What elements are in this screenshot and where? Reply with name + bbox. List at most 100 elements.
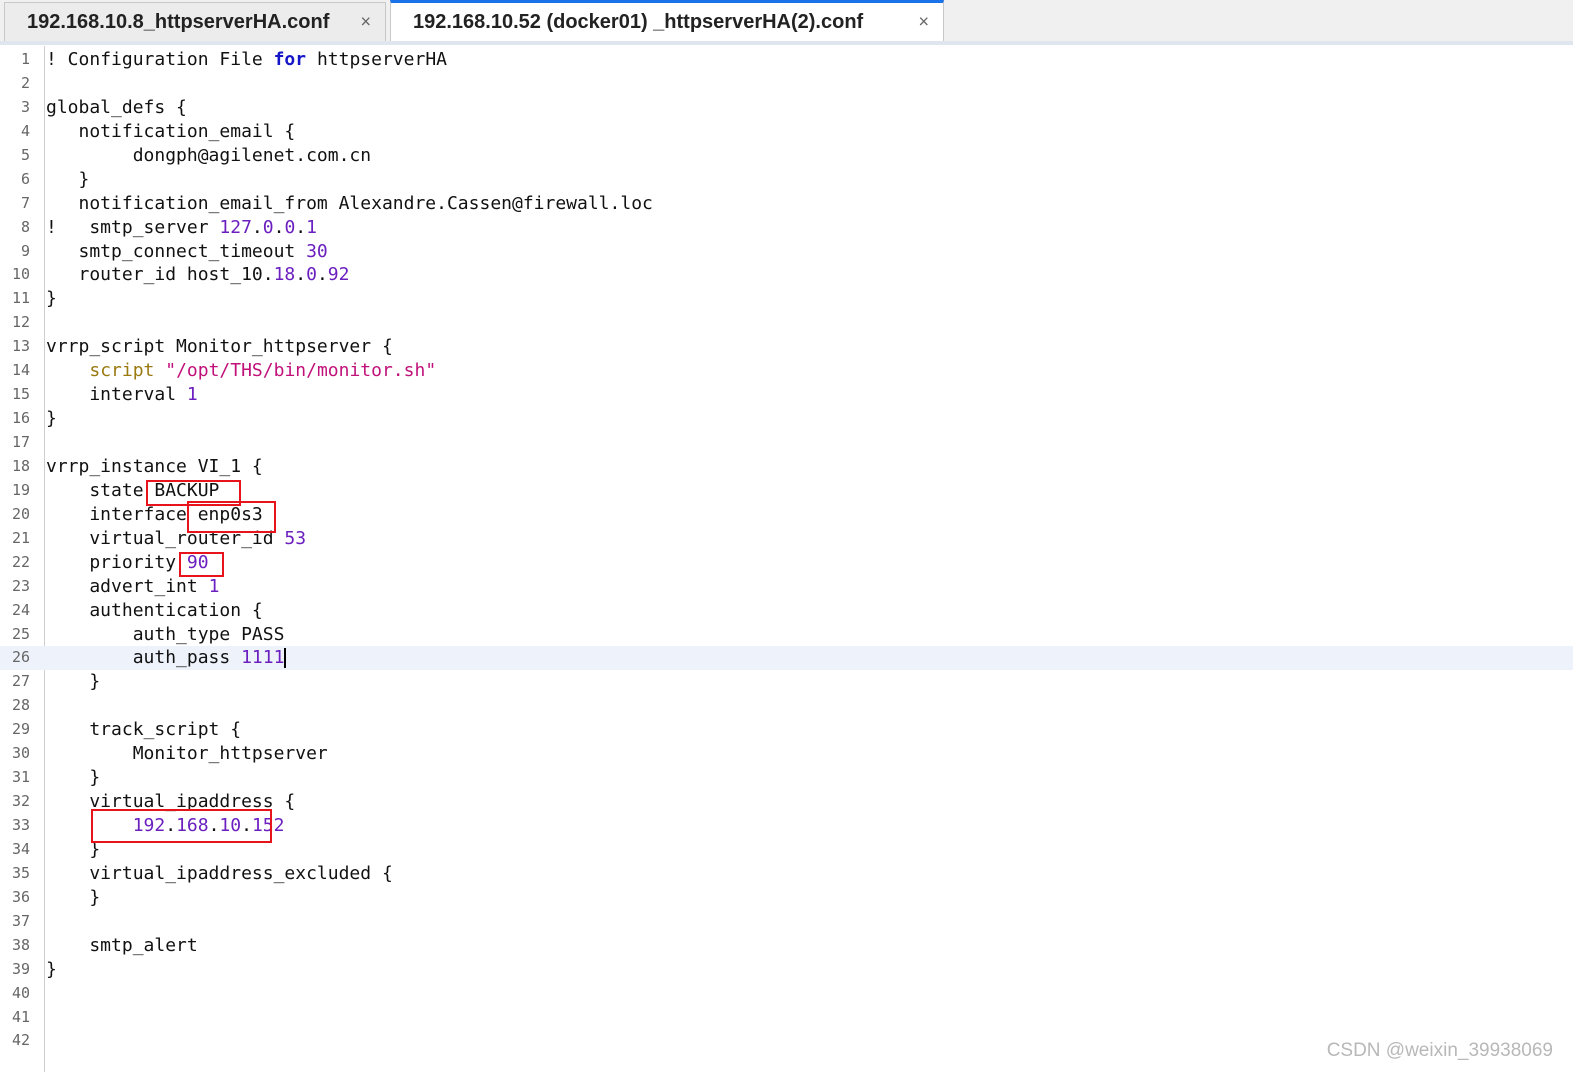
code-line[interactable]: 25 auth_type PASS (0, 623, 1573, 647)
line-number: 40 (11, 983, 30, 1002)
code-line[interactable]: 30 Monitor_httpserver (0, 742, 1573, 766)
token: . (208, 815, 220, 836)
line-number: 21 (11, 528, 30, 547)
token: . (165, 815, 177, 836)
line-text: vrrp_script Monitor_httpserver { (46, 335, 393, 359)
code-line[interactable]: 36 } (0, 886, 1573, 910)
line-text: } (46, 168, 90, 192)
token: } (46, 886, 101, 908)
token-fn: script (89, 360, 155, 382)
tab-label: 192.168.10.8_httpserverHA.conf (27, 10, 330, 33)
tab-httpserverha-conf[interactable]: 192.168.10.8_httpserverHA.conf × (4, 2, 386, 41)
code-line[interactable]: 13 vrrp_script Monitor_httpserver { (0, 335, 1573, 359)
line-number: 12 (11, 313, 30, 332)
code-line[interactable]: 7 notification_email_from Alexandre.Cass… (0, 192, 1573, 216)
watermark: CSDN @weixin_39938069 (1326, 1040, 1553, 1061)
line-number: 2 (20, 73, 30, 92)
line-text: smtp_alert (46, 934, 197, 958)
line-number: 5 (20, 145, 30, 164)
code-line[interactable]: 18 vrrp_instance VI_1 { (0, 455, 1573, 479)
token-num: 0 (284, 216, 296, 238)
line-number: 13 (11, 337, 30, 356)
token: advert_int (46, 575, 209, 597)
token-num: 152 (251, 815, 285, 836)
line-text: auth_pass 1111 (46, 646, 287, 670)
line-number: 22 (11, 552, 30, 571)
token: } (46, 838, 101, 860)
token-num: 0 (306, 264, 317, 286)
code-line[interactable]: 14 script "/opt/THS/bin/monitor.sh" (0, 359, 1573, 383)
close-icon[interactable]: × (918, 12, 929, 33)
token: router_id host_10. (46, 264, 274, 286)
token: httpserverHA (306, 49, 447, 70)
token: vrrp_instance VI_1 { (46, 455, 263, 477)
code-line[interactable]: 2 (0, 72, 1573, 96)
code-line[interactable]: 19 state BACKUP (0, 479, 1573, 503)
code-line[interactable]: 20 interface enp0s3 (0, 503, 1573, 527)
line-number: 25 (11, 624, 30, 643)
code-line[interactable]: 22 priority 90 (0, 551, 1573, 575)
code-line[interactable]: 32 virtual_ipaddress { (0, 790, 1573, 814)
code-line[interactable]: 38 smtp_alert (0, 934, 1573, 958)
code-line[interactable]: 40 (0, 982, 1573, 1006)
code-line[interactable]: 11} (0, 287, 1573, 311)
code-line[interactable]: 3 global_defs { (0, 96, 1573, 120)
code-line[interactable]: 29 track_script { (0, 718, 1573, 742)
line-text: script "/opt/THS/bin/monitor.sh" (46, 359, 436, 383)
code-line[interactable]: 8! smtp_server 127.0.0.1 (0, 216, 1573, 240)
code-line[interactable]: 39} (0, 958, 1573, 982)
code-line[interactable]: 27 } (0, 670, 1573, 694)
token-str: "/opt/THS/bin/monitor.sh" (165, 360, 437, 382)
token-num: 10 (219, 815, 242, 836)
token: state BACKUP (46, 479, 220, 501)
code-line[interactable]: 24 authentication { (0, 599, 1573, 623)
line-number: 11 (11, 289, 30, 308)
line-text: } (46, 958, 57, 982)
code-line[interactable]: 23 advert_int 1 (0, 575, 1573, 599)
code-line[interactable]: 16} (0, 407, 1573, 431)
token: auth_pass (46, 647, 242, 669)
code-line[interactable]: 28 (0, 694, 1573, 718)
code-line[interactable]: 17 (0, 431, 1573, 455)
line-text: interval 1 (46, 383, 197, 407)
code-line[interactable]: 35 virtual_ipaddress_excluded { (0, 862, 1573, 886)
token: notification_email { (46, 120, 296, 142)
code-line[interactable]: 31 } (0, 766, 1573, 790)
code-line[interactable]: 1! Configuration File for httpserverHA (0, 48, 1573, 72)
code-line[interactable]: 4 notification_email { (0, 120, 1573, 144)
tab-httpserverha-2-conf[interactable]: 192.168.10.52 (docker01) _httpserverHA(2… (390, 0, 944, 41)
code-line[interactable]: 10 router_id host_10.18.0.92 (0, 263, 1573, 287)
code-line[interactable]: 26 auth_pass 1111 (0, 646, 1573, 671)
line-text: 192.168.10.152 (46, 814, 285, 838)
token: global_defs { (46, 96, 187, 118)
line-text: vrrp_instance VI_1 { (46, 455, 263, 479)
code-line[interactable]: 6 } (0, 168, 1573, 192)
code-line[interactable]: 37 (0, 910, 1573, 934)
close-icon[interactable]: × (360, 12, 371, 33)
code-line[interactable]: 12 (0, 311, 1573, 335)
code-line[interactable]: 33 192.168.10.152 (0, 814, 1573, 838)
code-line[interactable]: 41 (0, 1006, 1573, 1030)
token-num: 1111 (241, 647, 285, 669)
token: virtual_router_id (46, 527, 285, 549)
code-editor[interactable]: 1! Configuration File for httpserverHA 2 3… (0, 48, 1573, 1053)
line-text: global_defs { (46, 96, 187, 120)
token: . (241, 815, 252, 836)
line-text: } (46, 838, 100, 862)
line-number: 37 (11, 911, 30, 930)
line-number: 9 (20, 241, 30, 260)
code-line[interactable]: 5 dongph@agilenet.com.cn (0, 144, 1573, 168)
code-line[interactable]: 21 virtual_router_id 53 (0, 527, 1573, 551)
line-text: priority 90 (46, 551, 208, 575)
code-line[interactable]: 34 } (0, 838, 1573, 862)
line-number: 4 (20, 121, 30, 140)
code-line[interactable]: 9 smtp_connect_timeout 30 (0, 240, 1573, 264)
code-line[interactable]: 15 interval 1 (0, 383, 1573, 407)
token: Configuration File (56, 49, 274, 70)
line-number: 23 (11, 576, 30, 595)
token: virtual_ipaddress_excluded { (46, 862, 393, 884)
line-number: 20 (11, 504, 30, 523)
line-text: } (46, 670, 100, 694)
line-number: 30 (11, 744, 30, 763)
